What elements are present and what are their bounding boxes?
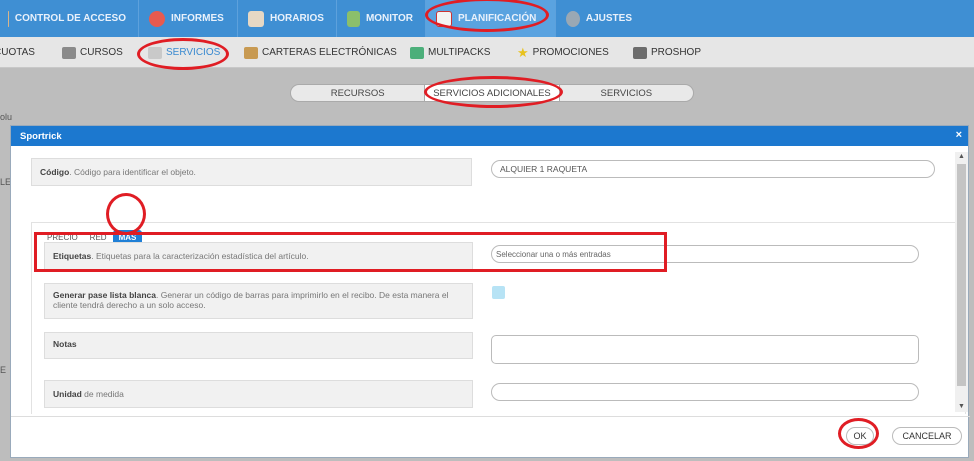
nav-label: INFORMES bbox=[171, 13, 224, 24]
scroll-down-icon[interactable]: ▼ bbox=[956, 402, 967, 412]
modal-header: Sportrick × bbox=[11, 126, 968, 146]
subnav-proshop[interactable]: PROSHOP bbox=[633, 37, 701, 68]
scrollbar[interactable]: ▲ ▼ bbox=[955, 152, 968, 412]
multipack-icon bbox=[410, 46, 424, 59]
segment-recursos[interactable]: RECURSOS bbox=[291, 85, 424, 101]
sub-nav: CUOTAS CURSOS SERVICIOS CARTERAS ELECTRÓ… bbox=[0, 37, 974, 68]
planning-icon bbox=[436, 10, 452, 27]
subnav-label: CURSOS bbox=[80, 47, 123, 58]
modal-footer: OK CANCELAR bbox=[11, 416, 970, 458]
gear-icon bbox=[566, 10, 580, 27]
services-icon bbox=[148, 46, 162, 59]
modal-dialog: Sportrick × Código. Código para identifi… bbox=[10, 125, 970, 458]
nav-planificacion[interactable]: PLANIFICACIÓN bbox=[426, 0, 556, 37]
calendar-icon bbox=[248, 10, 264, 27]
codigo-label: Código. Código para identificar el objet… bbox=[31, 158, 472, 186]
subnav-carteras[interactable]: CARTERAS ELECTRÓNICAS bbox=[244, 37, 397, 68]
cancel-button[interactable]: CANCELAR bbox=[892, 427, 962, 445]
modal-body: Código. Código para identificar el objet… bbox=[11, 146, 970, 414]
nav-label: PLANIFICACIÓN bbox=[458, 13, 537, 24]
top-nav: CONTROL DE ACCESO INFORMES HORARIOS MONI… bbox=[0, 0, 974, 37]
notas-textarea[interactable] bbox=[491, 335, 919, 364]
access-icon bbox=[8, 10, 9, 27]
unidad-label: Unidad de medida bbox=[44, 380, 473, 408]
scrollbar-thumb[interactable] bbox=[957, 164, 966, 386]
nav-informes[interactable]: INFORMES bbox=[139, 0, 238, 37]
pie-chart-icon bbox=[149, 10, 165, 27]
nav-label: CONTROL DE ACCESO bbox=[14, 13, 126, 24]
close-icon[interactable]: × bbox=[956, 129, 962, 141]
nav-label: MONITOR bbox=[365, 13, 413, 24]
proshop-icon bbox=[633, 46, 647, 59]
subnav-promociones[interactable]: ★ PROMOCIONES bbox=[517, 37, 609, 68]
nav-control-acceso[interactable]: CONTROL DE ACCESO bbox=[0, 0, 139, 37]
subnav-cuotas[interactable]: CUOTAS bbox=[0, 37, 35, 68]
pase-checkbox[interactable] bbox=[492, 286, 505, 299]
courses-icon bbox=[62, 46, 76, 59]
subnav-label: PROSHOP bbox=[651, 47, 702, 58]
segment-control: RECURSOS SERVICIOS ADICIONALES SERVICIOS bbox=[290, 84, 694, 102]
nav-label: AJUSTES bbox=[585, 13, 632, 24]
pase-label: Generar pase lista blanca. Generar un có… bbox=[44, 283, 473, 319]
nav-monitor[interactable]: MONITOR bbox=[337, 0, 426, 37]
nav-label: HORARIOS bbox=[270, 13, 324, 24]
subnav-label: PROMOCIONES bbox=[532, 47, 609, 58]
segment-servicios[interactable]: SERVICIOS bbox=[560, 85, 693, 101]
subnav-label: CUOTAS bbox=[0, 47, 35, 58]
subnav-label: CARTERAS ELECTRÓNICAS bbox=[262, 47, 397, 58]
background-text: olu bbox=[0, 112, 13, 122]
star-icon: ★ bbox=[517, 44, 529, 60]
scroll-up-icon[interactable]: ▲ bbox=[956, 152, 967, 162]
modal-title: Sportrick bbox=[20, 130, 62, 142]
unidad-input[interactable] bbox=[491, 383, 919, 401]
background-text: E bbox=[0, 365, 7, 375]
ok-button[interactable]: OK bbox=[846, 427, 874, 445]
subnav-label: MULTIPACKS bbox=[428, 47, 491, 58]
wallet-icon bbox=[244, 46, 258, 59]
subnav-label: SERVICIOS bbox=[166, 47, 221, 58]
segment-servicios-adicionales[interactable]: SERVICIOS ADICIONALES bbox=[424, 85, 560, 101]
subnav-servicios[interactable]: SERVICIOS bbox=[148, 37, 220, 68]
notas-label: Notas bbox=[44, 332, 473, 359]
subnav-cursos[interactable]: CURSOS bbox=[62, 37, 123, 68]
etiquetas-input[interactable]: Seleccionar una o más entradas bbox=[491, 245, 919, 263]
etiquetas-label: Etiquetas. Etiquetas para la caracteriza… bbox=[44, 242, 473, 270]
people-icon bbox=[347, 10, 360, 27]
nav-horarios[interactable]: HORARIOS bbox=[238, 0, 337, 37]
nav-ajustes[interactable]: AJUSTES bbox=[556, 0, 644, 37]
subnav-multipacks[interactable]: MULTIPACKS bbox=[410, 37, 490, 68]
codigo-input[interactable]: ALQUIER 1 RAQUETA bbox=[491, 160, 935, 178]
